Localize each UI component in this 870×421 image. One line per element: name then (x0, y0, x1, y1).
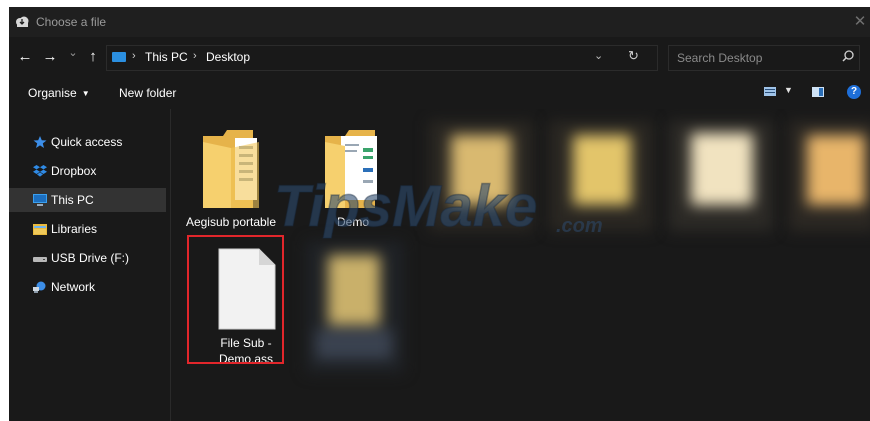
address-dropdown-button[interactable]: ⌄ (594, 49, 603, 62)
new-folder-button[interactable]: New folder (119, 86, 176, 100)
sidebar-item-label: This PC (51, 193, 94, 207)
search-box (668, 45, 860, 71)
blurred-item (789, 121, 870, 231)
libraries-icon (33, 224, 47, 235)
folder-item-demo[interactable]: Demo (304, 122, 402, 232)
close-button[interactable]: ✕ (850, 11, 870, 33)
file-name-label: Demo (336, 215, 369, 229)
caret-down-icon: ▼ (81, 89, 90, 98)
sidebar-item-label: Network (51, 280, 96, 294)
blurred-item (669, 121, 773, 231)
sidebar-item-label: USB Drive (F:) (51, 251, 129, 265)
search-input[interactable] (677, 50, 827, 66)
blurred-item (306, 241, 404, 373)
sidebar-item-usb-drive[interactable]: USB Drive (F:) (9, 246, 166, 270)
sidebar-item-network[interactable]: Network (9, 275, 166, 299)
search-icon[interactable] (841, 49, 855, 63)
navigation-bar: ← → ⌄ ↑ › This PC › Desktop ⌄ ↻ (9, 37, 870, 77)
sidebar-item-quick-access[interactable]: Quick access (9, 130, 166, 154)
title-bar: Choose a file ✕ (9, 7, 870, 37)
sidebar-item-label: Dropbox (51, 164, 97, 178)
folder-icon (203, 130, 259, 208)
usb-drive-icon (33, 257, 47, 262)
cloud-icon (16, 16, 29, 27)
blurred-item (429, 121, 533, 231)
pc-icon (33, 194, 47, 206)
folder-item-aegisub-portable[interactable]: Aegisub portable (182, 122, 280, 232)
organise-label: Organise (28, 86, 77, 100)
network-icon (33, 281, 46, 293)
help-icon[interactable]: ? (847, 85, 861, 99)
star-icon (33, 136, 47, 148)
recent-locations-button[interactable]: ⌄ (65, 43, 81, 63)
breadcrumb-desktop[interactable]: Desktop (206, 50, 250, 64)
window-title: Choose a file (36, 15, 107, 29)
dropbox-icon (33, 165, 47, 177)
pc-icon (112, 52, 126, 62)
address-bar[interactable]: › This PC › Desktop ⌄ ↻ (106, 45, 658, 71)
sidebar-item-label: Libraries (51, 222, 98, 236)
folder-icon (325, 130, 377, 208)
organise-menu-button[interactable]: Organise ▼ (28, 86, 90, 100)
breadcrumb-separator: › (132, 50, 136, 62)
highlight-frame (187, 235, 284, 364)
view-options-icon[interactable] (764, 87, 776, 96)
navigation-pane: Quick access Dropbox This PC Libraries U… (9, 109, 171, 421)
sidebar-item-label: Quick access (51, 135, 123, 149)
sidebar-item-libraries[interactable]: Libraries (9, 217, 166, 241)
caret-down-icon[interactable]: ▼ (784, 85, 793, 95)
command-toolbar: Organise ▼ New folder ▼ ? (9, 77, 870, 109)
up-button[interactable]: ↑ (85, 47, 101, 67)
back-button[interactable]: ← (17, 47, 33, 67)
preview-pane-icon[interactable] (812, 87, 824, 97)
blurred-item (549, 121, 653, 231)
file-dialog-window: Choose a file ✕ ← → ⌄ ↑ › This PC › Desk… (9, 7, 870, 421)
sidebar-item-dropbox[interactable]: Dropbox (9, 159, 166, 183)
file-name-label: Aegisub portable (185, 215, 277, 229)
forward-button[interactable]: → (42, 47, 58, 67)
breadcrumb-this-pc[interactable]: This PC (145, 50, 188, 64)
refresh-button[interactable]: ↻ (628, 48, 639, 64)
breadcrumb-separator: › (193, 50, 197, 62)
sidebar-item-this-pc[interactable]: This PC (9, 188, 166, 212)
